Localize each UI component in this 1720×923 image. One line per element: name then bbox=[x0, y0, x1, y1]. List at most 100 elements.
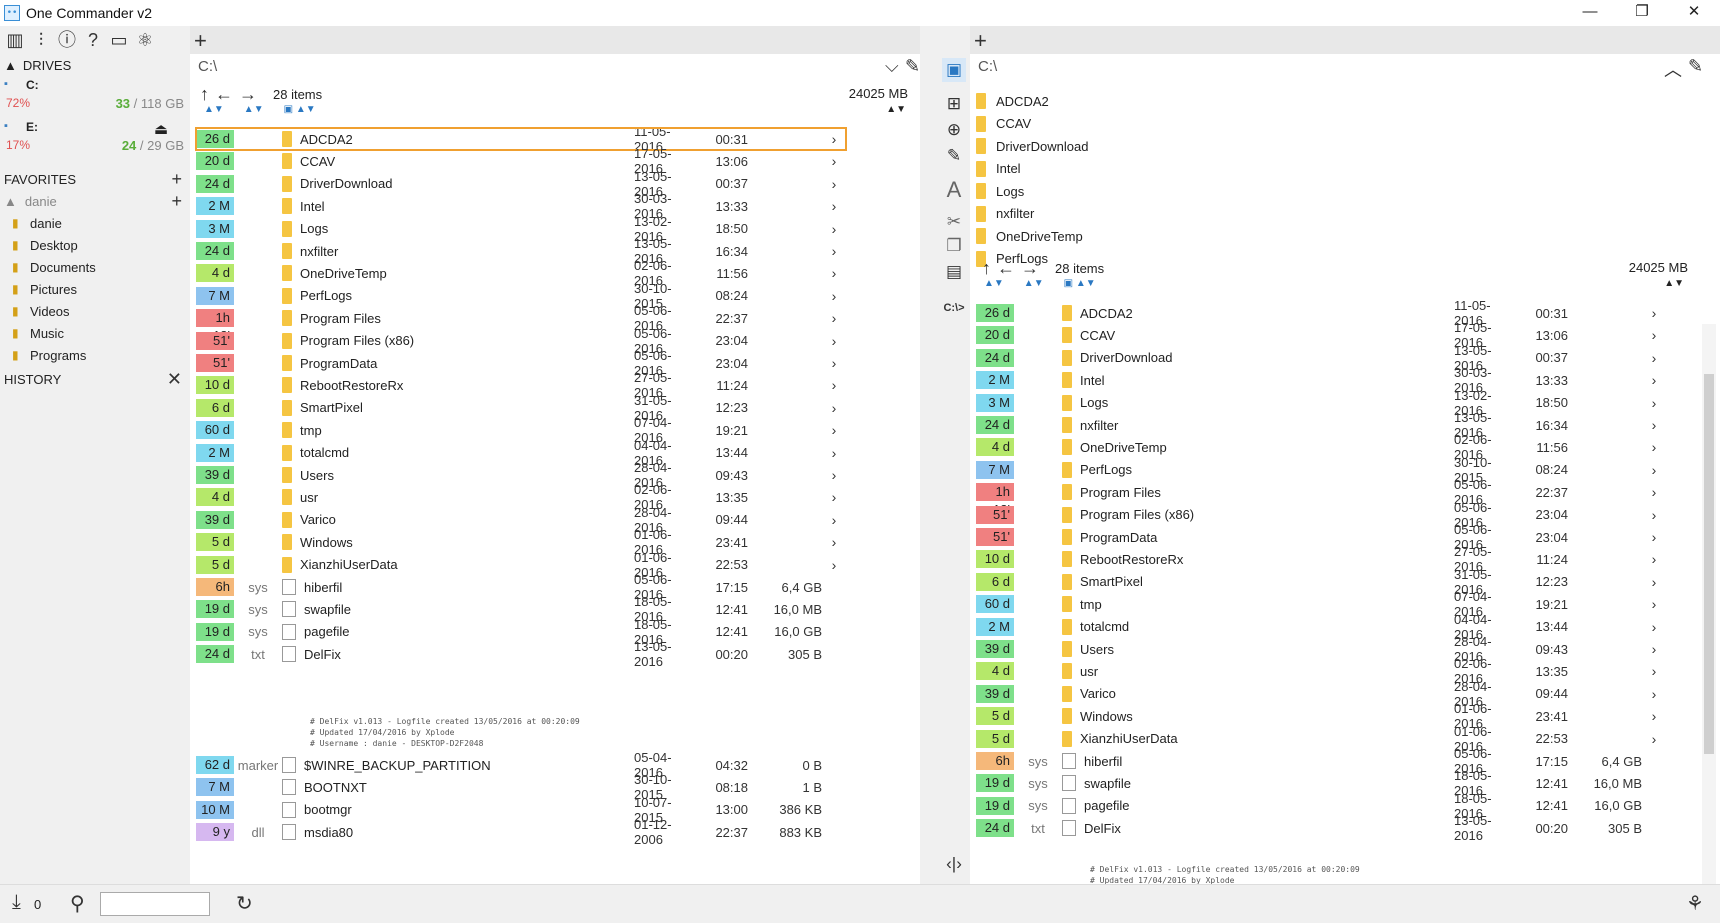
search-input[interactable] bbox=[100, 892, 210, 916]
file-row[interactable]: 5 d XianzhiUserData 01-06-2016 22:53 › bbox=[976, 724, 1666, 754]
tree-item[interactable]: OneDriveTemp bbox=[970, 225, 1710, 248]
add-favorite-icon[interactable]: + bbox=[171, 169, 182, 190]
file-row[interactable]: 24 d txt DelFix 13-05-2016 00:20 305 B bbox=[976, 813, 1666, 843]
columns-icon[interactable]: ▥ bbox=[4, 29, 26, 51]
scrollbar[interactable] bbox=[1702, 324, 1716, 884]
eject-icon[interactable]: ⏏ bbox=[154, 120, 168, 138]
file-row[interactable]: 5 d Windows 01-06-2016 23:41 › bbox=[976, 701, 1666, 731]
chevron-right-icon[interactable]: › bbox=[822, 534, 846, 550]
tree-item[interactable]: CCAV bbox=[970, 113, 1710, 136]
chevron-right-icon[interactable]: › bbox=[822, 176, 846, 192]
chevron-right-icon[interactable]: › bbox=[822, 355, 846, 371]
file-row[interactable]: 19 d sys swapfile 18-05-2016 12:41 16,0 MB bbox=[976, 768, 1666, 798]
size-sort[interactable]: ▲▼ bbox=[886, 104, 906, 115]
atom-icon[interactable]: ⚛ bbox=[134, 29, 156, 51]
file-row[interactable]: 20 d CCAV 17-05-2016 13:06 › bbox=[976, 320, 1666, 350]
file-row[interactable]: 2 Mtotalcmd 04-04-2016 13:44 › bbox=[196, 438, 846, 468]
chevron-right-icon[interactable]: › bbox=[822, 512, 846, 528]
chevron-right-icon[interactable]: › bbox=[822, 288, 846, 304]
tree-item[interactable]: ADCDA2 bbox=[970, 90, 1710, 113]
chevron-right-icon[interactable]: › bbox=[1642, 686, 1666, 702]
file-row[interactable]: 7 M BOOTNXT 30-10-2015 08:18 1 B bbox=[196, 772, 846, 802]
chevron-right-icon[interactable]: › bbox=[822, 400, 846, 416]
drives-header[interactable]: ▲ DRIVES bbox=[0, 54, 190, 76]
chevron-right-icon[interactable]: › bbox=[822, 557, 846, 573]
chevron-right-icon[interactable]: › bbox=[1642, 462, 1666, 478]
file-row[interactable]: 1h 18'Program Files05-06-201622:37› bbox=[196, 303, 846, 343]
scrollbar-thumb[interactable] bbox=[1704, 374, 1714, 754]
file-row[interactable]: 4 d usr 02-06-2016 13:35 › bbox=[976, 656, 1666, 686]
new-file-icon[interactable]: ⊕ bbox=[942, 118, 966, 142]
tree-icon[interactable]: ⚘ bbox=[1686, 891, 1704, 916]
chevron-down-icon[interactable]: ⌵ bbox=[885, 56, 899, 77]
up-arrow-icon[interactable]: ↑ bbox=[982, 258, 991, 279]
file-row[interactable]: 7 M PerfLogs 30-10-2015 08:24 › bbox=[976, 455, 1666, 485]
clear-history-icon[interactable]: ✕ bbox=[167, 369, 182, 390]
file-row[interactable]: 24 d txt DelFix 13-05-2016 00:20 305 B bbox=[196, 639, 846, 669]
chevron-right-icon[interactable]: › bbox=[1642, 439, 1666, 455]
file-row[interactable]: 6 d SmartPixel 31-05-2016 12:23 › bbox=[976, 567, 1666, 597]
file-row[interactable]: 5 d XianzhiUserData 01-06-2016 22:53 › bbox=[196, 550, 846, 580]
file-row[interactable]: 4 d usr 02-06-2016 13:35 › bbox=[196, 482, 846, 512]
chevron-right-icon[interactable]: › bbox=[1642, 395, 1666, 411]
chevron-right-icon[interactable]: › bbox=[1642, 551, 1666, 567]
up-arrow-icon[interactable]: ↑ bbox=[200, 84, 209, 105]
minimize-button[interactable]: — bbox=[1564, 0, 1616, 26]
file-row[interactable]: 6h 40'syshiberfil05-06-201617:156,4 GB bbox=[976, 746, 1666, 786]
download-icon[interactable]: ⤓ bbox=[12, 891, 21, 914]
tree-item[interactable]: nxfilter bbox=[970, 203, 1710, 226]
new-folder-icon[interactable]: ⊞ bbox=[942, 92, 966, 116]
chevron-up-icon[interactable]: ︿ bbox=[1664, 56, 1682, 82]
file-row[interactable]: 60 d tmp 07-04-2016 19:21 › bbox=[976, 589, 1666, 619]
splitter-icon[interactable]: ‹|› bbox=[942, 852, 966, 876]
path-input[interactable]: C:\ bbox=[978, 58, 997, 75]
tree-item[interactable]: Intel bbox=[970, 158, 1710, 181]
file-row[interactable]: 7 M PerfLogs 30-10-2015 08:24 › bbox=[196, 281, 846, 311]
chevron-right-icon[interactable]: › bbox=[1642, 417, 1666, 433]
fav-item-programs[interactable]: ▮ Programs bbox=[0, 344, 190, 366]
file-row[interactable]: 19 d sys pagefile 18-05-2016 12:41 16,0 GB bbox=[196, 617, 846, 647]
chevron-right-icon[interactable]: › bbox=[1642, 507, 1666, 523]
chevron-right-icon[interactable]: › bbox=[822, 310, 846, 326]
file-row[interactable]: 51' ProgramData 05-06-2016 23:04 › bbox=[196, 348, 846, 378]
cut-icon[interactable]: ✂ bbox=[942, 210, 966, 234]
fav-item-videos[interactable]: ▮ Videos bbox=[0, 300, 190, 322]
chevron-right-icon[interactable]: › bbox=[822, 467, 846, 483]
fav-item-desktop[interactable]: ▮ Desktop bbox=[0, 234, 190, 256]
chevron-right-icon[interactable]: › bbox=[822, 445, 846, 461]
chevron-right-icon[interactable]: › bbox=[1642, 619, 1666, 635]
tree-item[interactable]: Logs bbox=[970, 180, 1710, 203]
file-row[interactable]: 24 d DriverDownload 13-05-2016 00:37 › bbox=[196, 169, 846, 199]
chevron-right-icon[interactable]: › bbox=[1642, 596, 1666, 612]
notes-icon[interactable]: ✎ bbox=[942, 144, 966, 168]
file-row[interactable]: 51' Program Files (x86) 05-06-2016 23:04 › bbox=[976, 500, 1666, 530]
file-row[interactable]: 19 d sys pagefile 18-05-2016 12:41 16,0 GB bbox=[976, 791, 1666, 821]
file-row[interactable]: 10 d RebootRestoreRx 27-05-2016 11:24 › bbox=[196, 370, 846, 400]
fav-item-pictures[interactable]: ▮ Pictures bbox=[0, 278, 190, 300]
size-sort[interactable]: ▲▼ bbox=[1664, 278, 1684, 289]
chevron-right-icon[interactable]: › bbox=[822, 333, 846, 349]
file-row[interactable]: 60 d tmp 07-04-2016 19:21 › bbox=[196, 415, 846, 445]
file-row[interactable]: 6h 40'syshiberfil05-06-201617:156,4 GB bbox=[196, 572, 846, 612]
sort-controls[interactable]: ▲▼ ▲▼ ▣ ▲▼ bbox=[204, 104, 316, 115]
file-row[interactable]: 9 y dll msdia80 01-12-2006 22:37 883 KB bbox=[196, 817, 846, 847]
back-arrow-icon[interactable]: ← bbox=[997, 258, 1015, 279]
info-icon[interactable]: ⓘ bbox=[56, 29, 78, 51]
file-row[interactable]: 26 d ADCDA2 11-05-2016 00:31 › bbox=[195, 124, 847, 154]
file-row[interactable]: 3 M Logs 13-02-2016 18:50 › bbox=[196, 214, 846, 244]
file-row[interactable]: 10 d RebootRestoreRx 27-05-2016 11:24 › bbox=[976, 544, 1666, 574]
file-row[interactable]: 39 d Varico 28-04-2016 09:44 › bbox=[196, 505, 846, 535]
chevron-right-icon[interactable]: › bbox=[822, 489, 846, 505]
fav-item-danie[interactable]: ▮ danie bbox=[0, 212, 190, 234]
chevron-right-icon[interactable]: › bbox=[1642, 327, 1666, 343]
chevron-right-icon[interactable]: › bbox=[1642, 641, 1666, 657]
close-button[interactable]: ✕ bbox=[1668, 0, 1720, 26]
file-row[interactable]: 39 d Users 28-04-2016 09:43 › bbox=[976, 634, 1666, 664]
chevron-right-icon[interactable]: › bbox=[822, 198, 846, 214]
rename-icon[interactable]: A bbox=[942, 178, 966, 202]
chevron-right-icon[interactable]: › bbox=[1642, 731, 1666, 747]
feedback-icon[interactable]: ▭ bbox=[108, 29, 130, 51]
fav-item-documents[interactable]: ▮ Documents bbox=[0, 256, 190, 278]
file-row[interactable]: 51' ProgramData 05-06-2016 23:04 › bbox=[976, 522, 1666, 552]
collapse-icon[interactable]: ▲ bbox=[4, 58, 17, 73]
